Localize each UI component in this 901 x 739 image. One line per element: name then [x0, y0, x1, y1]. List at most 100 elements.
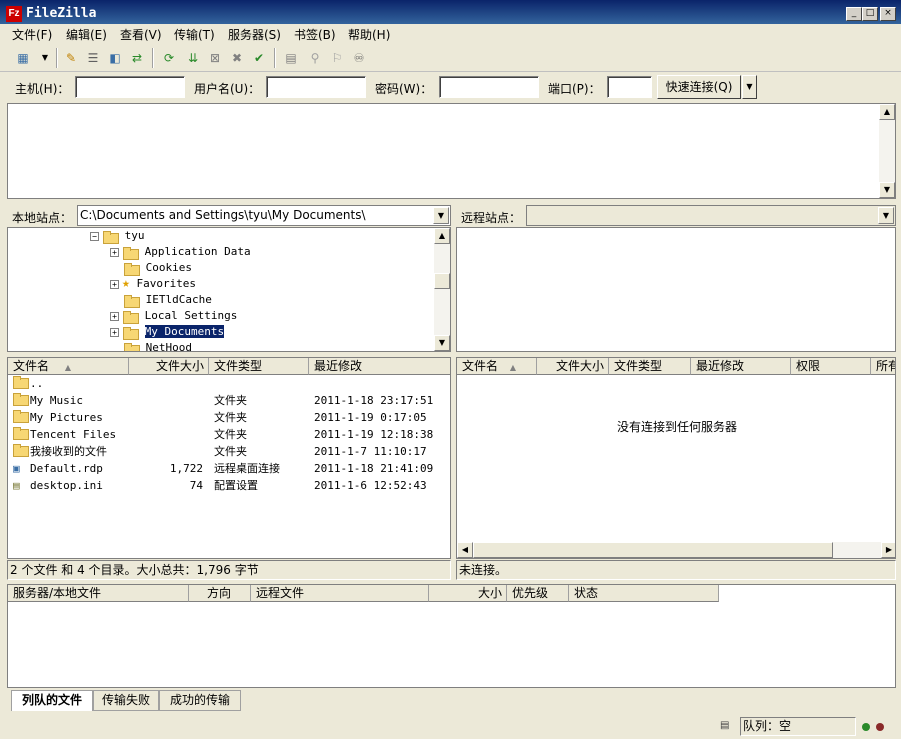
- process-queue-icon[interactable]: ⇊: [184, 49, 202, 67]
- toggle-queue-icon[interactable]: ⇄: [128, 49, 146, 67]
- toolbar: ▦ ▼ ✎ ☰ ◧ ⇄ ⟳ ⇊ ⊠ ✖ ✔ ▤ ⚲ ⚐ ♾: [0, 44, 901, 72]
- scroll-left-icon[interactable]: ◀: [457, 542, 473, 558]
- column-header-size[interactable]: 文件大小: [129, 358, 209, 375]
- maximize-button[interactable]: □: [862, 7, 878, 21]
- local-directory-tree[interactable]: − tyu + Application Data Cookies + ★ Favo…: [7, 227, 451, 352]
- log-scrollbar[interactable]: ▲ ▼: [879, 104, 895, 198]
- filezilla-icon: Fz: [6, 6, 22, 22]
- tab-successful-transfers[interactable]: 成功的传输: [159, 690, 241, 711]
- quickconnect-dropdown[interactable]: ▼: [742, 75, 757, 99]
- expand-icon[interactable]: +: [110, 279, 119, 289]
- column-header-permissions[interactable]: 权限: [791, 358, 871, 375]
- chevron-down-icon[interactable]: ▼: [878, 207, 894, 224]
- disconnect-icon[interactable]: ✖: [228, 49, 246, 67]
- column-header-direction[interactable]: 方向: [189, 585, 251, 602]
- expand-icon[interactable]: +: [110, 311, 119, 321]
- search-icon[interactable]: ♾: [350, 49, 368, 67]
- compare-icon[interactable]: ⚲: [306, 49, 324, 67]
- transfer-queue[interactable]: 服务器/本地文件 方向 远程文件 大小 优先级 状态: [7, 584, 896, 688]
- column-header-size[interactable]: 大小: [429, 585, 507, 602]
- tree-node[interactable]: + Local Settings: [110, 308, 237, 324]
- collapse-icon[interactable]: −: [90, 231, 99, 241]
- tree-node[interactable]: + Application Data: [110, 244, 251, 260]
- remote-hscrollbar[interactable]: ◀ ▶: [457, 542, 895, 558]
- menu-help[interactable]: 帮助(H): [348, 26, 390, 43]
- local-path-combo[interactable]: C:\Documents and Settings\tyu\My Documen…: [77, 205, 451, 226]
- folder-icon: [123, 342, 140, 351]
- column-header-local-file[interactable]: 服务器/本地文件: [8, 585, 189, 602]
- toggle-remote-tree-icon[interactable]: ◧: [106, 49, 124, 67]
- sync-browse-icon[interactable]: ⚐: [328, 49, 346, 67]
- status-bar: ▤ 队列：空: [0, 715, 901, 739]
- username-input[interactable]: [266, 76, 366, 98]
- filter-icon[interactable]: ▤: [282, 49, 300, 67]
- scroll-up-icon[interactable]: ▲: [879, 104, 895, 120]
- column-header-name[interactable]: 文件名 ▲: [8, 358, 129, 375]
- scroll-up-icon[interactable]: ▲: [434, 228, 450, 244]
- tree-node-selected[interactable]: + My Documents: [110, 324, 225, 340]
- queue-status: 队列：空: [740, 717, 856, 736]
- local-file-list[interactable]: 文件名 ▲ 文件大小 文件类型 最近修改 .. My Music 文件夹 201…: [7, 357, 451, 559]
- column-header-type[interactable]: 文件类型: [209, 358, 309, 375]
- site-manager-dropdown-icon[interactable]: ▼: [36, 49, 54, 67]
- tree-node[interactable]: IETldCache: [123, 292, 212, 308]
- close-button[interactable]: ×: [880, 7, 896, 21]
- port-input[interactable]: [607, 76, 652, 98]
- tab-failed-transfers[interactable]: 传输失败: [93, 690, 159, 711]
- tree-node[interactable]: Cookies: [123, 260, 192, 276]
- file-row[interactable]: ▤ desktop.ini 74 配置设置 2011-1-6 12:52:43: [8, 477, 450, 494]
- scroll-thumb[interactable]: [434, 273, 450, 289]
- scroll-down-icon[interactable]: ▼: [879, 182, 895, 198]
- remote-file-list[interactable]: 文件名 ▲ 文件大小 文件类型 最近修改 权限 所有 没有连接到任何服务器 ◀ …: [456, 357, 896, 559]
- column-header-size[interactable]: 文件大小: [537, 358, 609, 375]
- column-header-modified[interactable]: 最近修改: [691, 358, 791, 375]
- menu-file[interactable]: 文件(F): [12, 26, 52, 43]
- column-header-modified[interactable]: 最近修改: [309, 358, 450, 375]
- column-header-priority[interactable]: 优先级: [507, 585, 569, 602]
- expand-icon[interactable]: +: [110, 247, 119, 257]
- remote-directory-tree[interactable]: [456, 227, 896, 352]
- scroll-right-icon[interactable]: ▶: [881, 542, 895, 558]
- host-input[interactable]: [75, 76, 185, 98]
- menu-edit[interactable]: 编辑(E): [66, 26, 107, 43]
- file-row[interactable]: Tencent Files 文件夹 2011-1-19 12:18:38: [8, 426, 450, 443]
- site-manager-icon[interactable]: ▦: [14, 49, 32, 67]
- column-header-type[interactable]: 文件类型: [609, 358, 691, 375]
- menu-transfer[interactable]: 传输(T): [174, 26, 215, 43]
- tree-scrollbar[interactable]: ▲ ▼: [434, 228, 450, 351]
- tree-node[interactable]: − tyu: [90, 228, 145, 244]
- column-header-status[interactable]: 状态: [569, 585, 719, 602]
- menu-view[interactable]: 查看(V): [120, 26, 162, 43]
- tree-node[interactable]: NetHood: [123, 340, 192, 351]
- window-title: FileZilla: [26, 6, 97, 21]
- file-modified: 2011-1-18 23:17:51: [314, 394, 434, 407]
- password-label: 密码(W)：: [375, 82, 433, 96]
- column-header-remote-file[interactable]: 远程文件: [251, 585, 429, 602]
- menu-bookmarks[interactable]: 书签(B): [294, 26, 336, 43]
- message-log[interactable]: ▲ ▼: [7, 103, 896, 199]
- file-name: 我接收到的文件: [30, 445, 107, 458]
- tab-queued-files[interactable]: 列队的文件: [11, 690, 93, 711]
- quickconnect-button[interactable]: 快速连接(Q): [657, 75, 741, 99]
- cancel-icon[interactable]: ⊠: [206, 49, 224, 67]
- file-row[interactable]: My Pictures 文件夹 2011-1-19 0:17:05: [8, 409, 450, 426]
- scroll-down-icon[interactable]: ▼: [434, 335, 450, 351]
- refresh-icon[interactable]: ⟳: [160, 49, 178, 67]
- tree-node[interactable]: + ★ Favorites: [110, 276, 196, 292]
- expand-icon[interactable]: +: [110, 327, 119, 337]
- toggle-log-icon[interactable]: ✎: [62, 49, 80, 67]
- password-input[interactable]: [439, 76, 539, 98]
- file-row[interactable]: ▣ Default.rdp 1,722 远程桌面连接 2011-1-18 21:…: [8, 460, 450, 477]
- toggle-local-tree-icon[interactable]: ☰: [84, 49, 102, 67]
- remote-path-combo[interactable]: ▼: [526, 205, 896, 226]
- column-header-name[interactable]: 文件名 ▲: [457, 358, 537, 375]
- minimize-button[interactable]: _: [846, 7, 862, 21]
- scroll-thumb[interactable]: [473, 542, 833, 558]
- file-row[interactable]: My Music 文件夹 2011-1-18 23:17:51: [8, 392, 450, 409]
- menu-server[interactable]: 服务器(S): [228, 26, 281, 43]
- reconnect-icon[interactable]: ✔: [250, 49, 268, 67]
- file-row[interactable]: ..: [8, 375, 450, 392]
- chevron-down-icon[interactable]: ▼: [433, 207, 449, 224]
- column-header-owner[interactable]: 所有: [871, 358, 895, 375]
- file-row[interactable]: 我接收到的文件 文件夹 2011-1-7 11:10:17: [8, 443, 450, 460]
